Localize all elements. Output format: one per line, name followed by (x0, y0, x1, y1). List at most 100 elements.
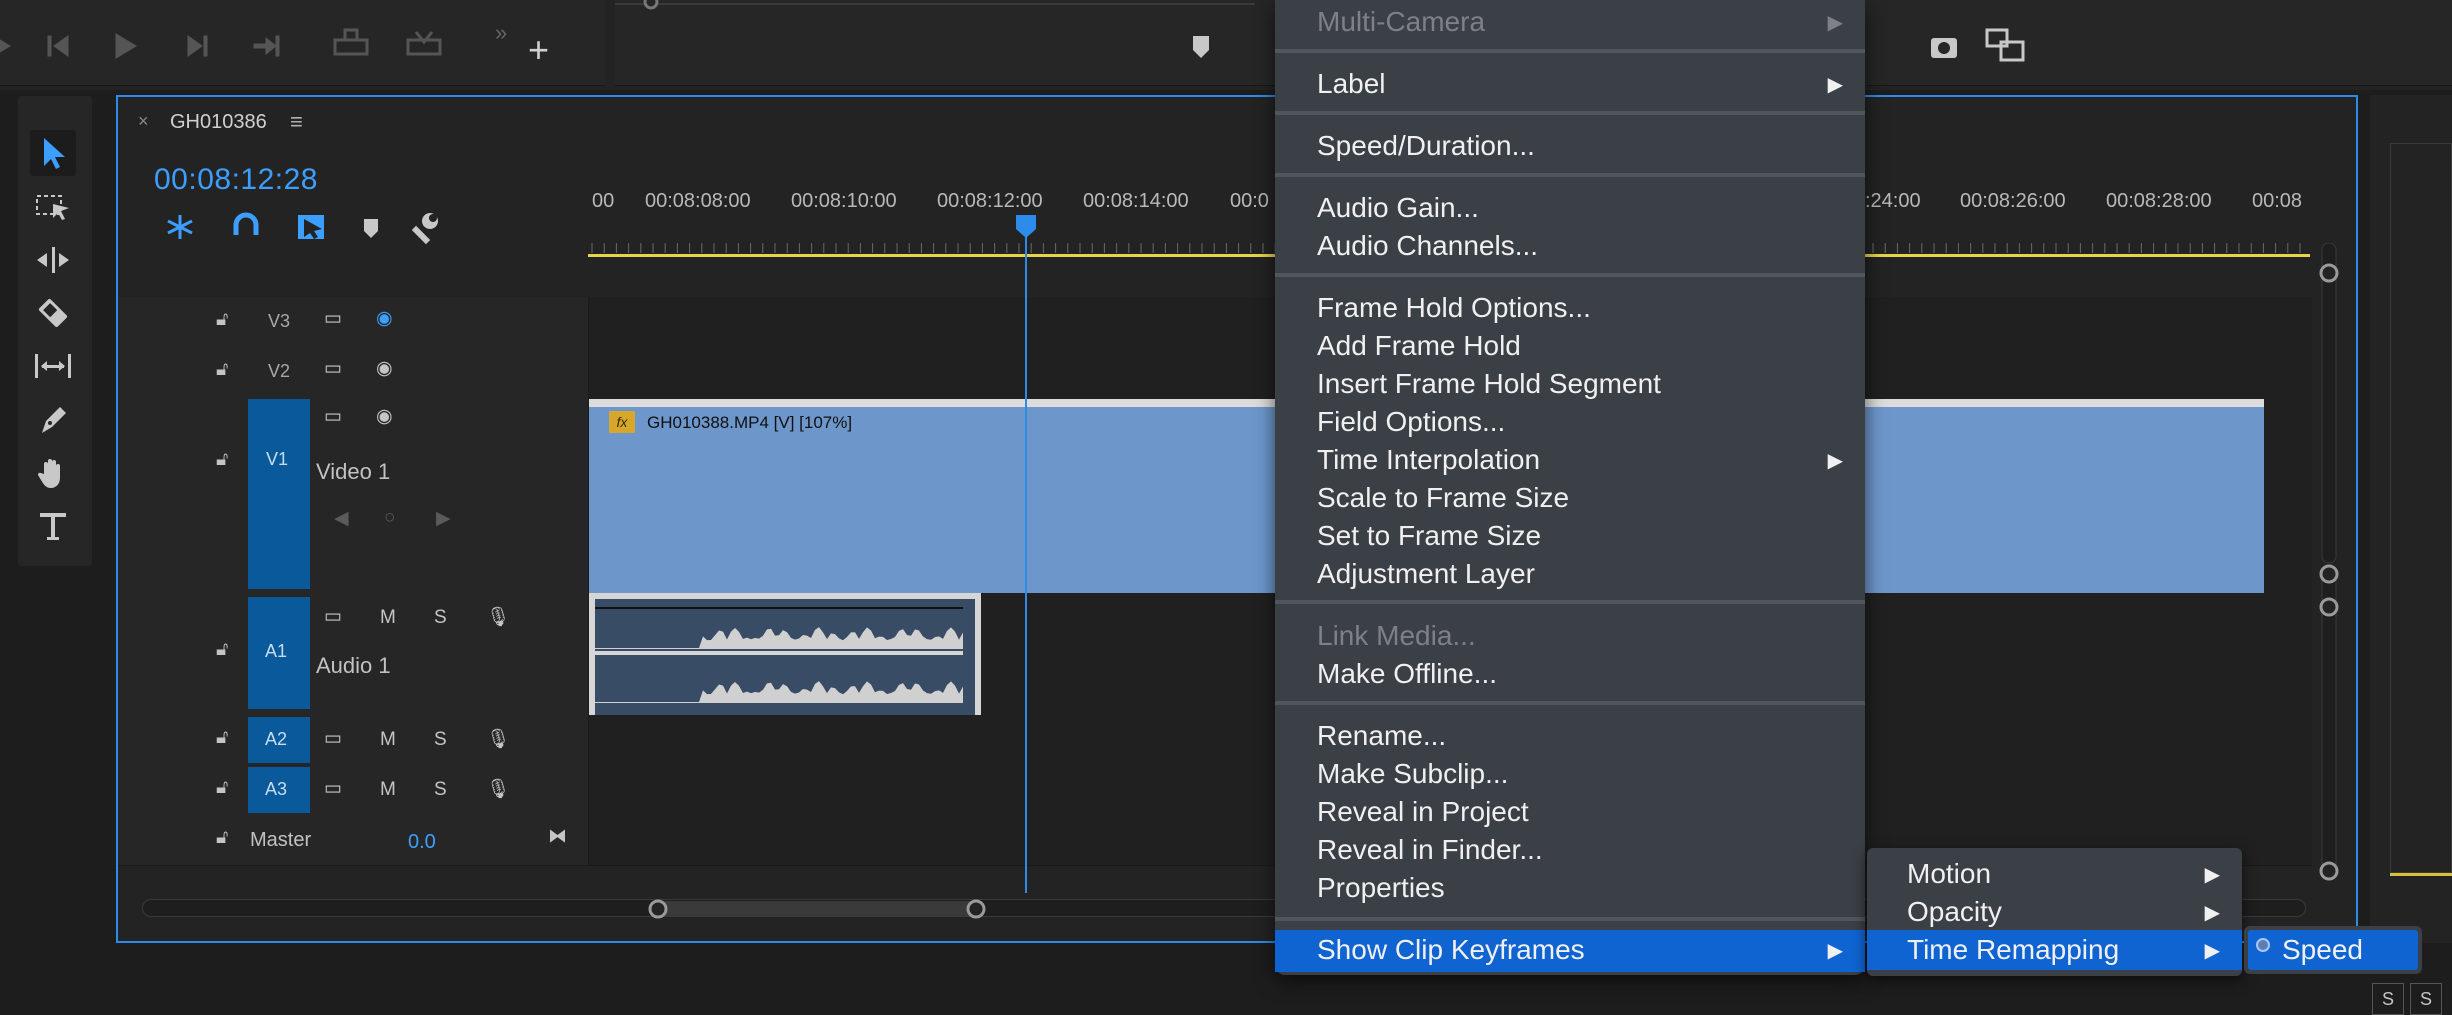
menu-item-time-interpolation[interactable]: Time Interpolation (1317, 444, 1540, 476)
timeline-toggle-row (154, 207, 574, 247)
pen-tool-icon[interactable] (30, 397, 76, 443)
sync-lock-icon[interactable]: ▭ (324, 727, 342, 750)
ruler-label: 00:08:12:00 (937, 190, 1043, 212)
add-keyframe-icon[interactable]: ○ (384, 507, 395, 529)
menu-item-properties[interactable]: Properties (1317, 872, 1445, 904)
hand-tool-icon[interactable] (30, 450, 76, 496)
track-v1: 🔓︎ V1 Video 1 ▭ ◉ ◀ ○ ▶ fx GH010388.MP4 … (118, 397, 2312, 605)
track-target-v1[interactable] (248, 399, 310, 589)
track-label[interactable]: A1 (265, 641, 287, 662)
menu-item-scale-to-frame-size[interactable]: Scale to Frame Size (1317, 482, 1569, 514)
submenu-item-opacity[interactable]: Opacity (1907, 896, 2002, 928)
mute-button[interactable]: M (380, 779, 396, 801)
master-volume-value[interactable]: 0.0 (408, 831, 436, 854)
playhead-line (1025, 233, 1027, 893)
sync-lock-icon[interactable]: ▭ (324, 307, 342, 330)
track-header-a3: 🔓︎ A3 ▭ M S 🎙︎ (118, 765, 589, 815)
submenu-item-motion[interactable]: Motion (1907, 858, 1991, 890)
submenu-item-speed[interactable]: Speed (2282, 934, 2363, 966)
add-marker-icon (1193, 36, 1209, 58)
sync-lock-icon[interactable]: ▭ (324, 777, 342, 800)
track-v2: 🔓︎ V2 ▭ ◉ (118, 347, 2312, 398)
menu-item-adjustment-layer[interactable]: Adjustment Layer (1317, 558, 1535, 590)
menu-item-insert-frame-hold-segment[interactable]: Insert Frame Hold Segment (1317, 368, 1661, 400)
track-header-a2: 🔓︎ A2 ▭ M S 🎙︎ (118, 715, 589, 765)
close-tab-icon[interactable]: × (138, 111, 149, 132)
track-label[interactable]: A2 (265, 729, 287, 750)
ripple-edit-tool-icon[interactable] (30, 237, 76, 283)
track-select-tool-icon[interactable] (30, 184, 76, 230)
submenu-arrow-icon: ▶ (1827, 12, 1843, 34)
transport-icons: » + (0, 20, 549, 70)
next-keyframe-icon[interactable]: ▶ (436, 507, 451, 530)
menu-item-rename[interactable]: Rename... (1317, 720, 1446, 752)
slip-tool-icon[interactable] (30, 343, 76, 389)
source-monitor-transport: » + (0, 0, 605, 86)
submenu-item-time-remapping[interactable]: Time Remapping (1907, 934, 2119, 966)
menu-item-make-subclip[interactable]: Make Subclip... (1317, 758, 1508, 790)
lock-icon[interactable]: 🔓︎ (216, 309, 228, 331)
track-label[interactable]: A3 (265, 779, 287, 800)
microphone-icon[interactable]: 🎙︎ (486, 777, 510, 801)
menu-item-reveal-in-project[interactable]: Reveal in Project (1317, 796, 1529, 828)
menu-item-field-options[interactable]: Field Options... (1317, 406, 1505, 438)
mute-button[interactable]: M (380, 729, 396, 751)
timeline-panel: × GH010386 ≡ 00:08:12:28 00 00:08:08:00 … (116, 95, 2358, 943)
microphone-icon[interactable]: 🎙︎ (486, 727, 510, 751)
menu-item-reveal-in-finder[interactable]: Reveal in Finder... (1317, 834, 1543, 866)
sequence-name[interactable]: GH010386 (170, 111, 267, 134)
track-label[interactable]: V1 (266, 449, 288, 470)
menu-item-add-frame-hold[interactable]: Add Frame Hold (1317, 330, 1521, 362)
fx-badge: fx (609, 411, 635, 433)
export-frame-icon (1931, 38, 1957, 58)
ruler-label: 00:08:14:00 (1083, 190, 1189, 212)
playhead-timecode[interactable]: 00:08:12:28 (154, 163, 318, 197)
panel-menu-icon[interactable]: ≡ (290, 109, 303, 135)
menu-item-label[interactable]: Label (1317, 68, 1386, 100)
menu-item-speed-duration[interactable]: Speed/Duration... (1317, 130, 1535, 162)
mute-button[interactable]: M (380, 607, 396, 629)
menu-item-frame-hold-options[interactable]: Frame Hold Options... (1317, 292, 1591, 324)
eye-icon[interactable]: ◉ (376, 405, 393, 428)
selection-tool-icon[interactable] (30, 130, 76, 176)
zoom-handles[interactable] (646, 897, 1106, 921)
audio-clip[interactable] (589, 593, 981, 723)
lock-icon[interactable]: 🔓︎ (216, 727, 228, 749)
menu-item-make-offline[interactable]: Make Offline... (1317, 658, 1497, 690)
checkmark-radio-icon (2256, 938, 2270, 952)
eye-icon[interactable]: ◉ (376, 357, 393, 380)
submenu-arrow-icon: ▶ (2204, 940, 2220, 962)
sync-lock-icon[interactable]: ▭ (324, 357, 342, 380)
menu-item-audio-channels[interactable]: Audio Channels... (1317, 230, 1538, 262)
type-tool-icon[interactable] (30, 503, 76, 549)
audio-meters-panel: S S (2370, 95, 2452, 1015)
solo-button[interactable]: S (434, 607, 447, 629)
solo-button[interactable]: S (2372, 983, 2404, 1015)
lock-icon[interactable]: 🔓︎ (216, 359, 228, 381)
track-a3: 🔓︎ A3 ▭ M S 🎙︎ (118, 765, 2312, 816)
lock-icon[interactable]: 🔓︎ (216, 827, 228, 849)
menu-item-audio-gain[interactable]: Audio Gain... (1317, 192, 1479, 224)
track-a2: 🔓︎ A2 ▭ M S 🎙︎ (118, 715, 2312, 766)
solo-button[interactable]: S (2410, 983, 2442, 1015)
lock-icon[interactable]: 🔓︎ (216, 449, 228, 471)
razor-tool-icon[interactable] (30, 290, 76, 336)
menu-item-set-to-frame-size[interactable]: Set to Frame Size (1317, 520, 1541, 552)
lock-icon[interactable]: 🔓︎ (216, 639, 228, 661)
eye-hidden-icon[interactable]: ◉ (376, 307, 393, 330)
channel-divider (595, 651, 963, 655)
vertical-scrollbars[interactable] (2314, 243, 2344, 883)
overwrite-icon (406, 31, 442, 56)
sync-lock-icon[interactable]: ▭ (324, 605, 342, 628)
insert-overwrite-sequences-icon (167, 215, 193, 239)
track-label[interactable]: V2 (268, 361, 290, 382)
lock-icon[interactable]: 🔓︎ (216, 777, 228, 799)
go-to-end-icon[interactable]: ⧓ (548, 825, 567, 848)
menu-item-show-clip-keyframes[interactable]: Show Clip Keyframes (1317, 934, 1585, 966)
sync-lock-icon[interactable]: ▭ (324, 405, 342, 428)
prev-keyframe-icon[interactable]: ◀ (334, 507, 349, 530)
solo-button[interactable]: S (434, 729, 447, 751)
solo-button[interactable]: S (434, 779, 447, 801)
track-label[interactable]: V3 (268, 311, 290, 332)
microphone-icon[interactable]: 🎙︎ (486, 605, 510, 629)
